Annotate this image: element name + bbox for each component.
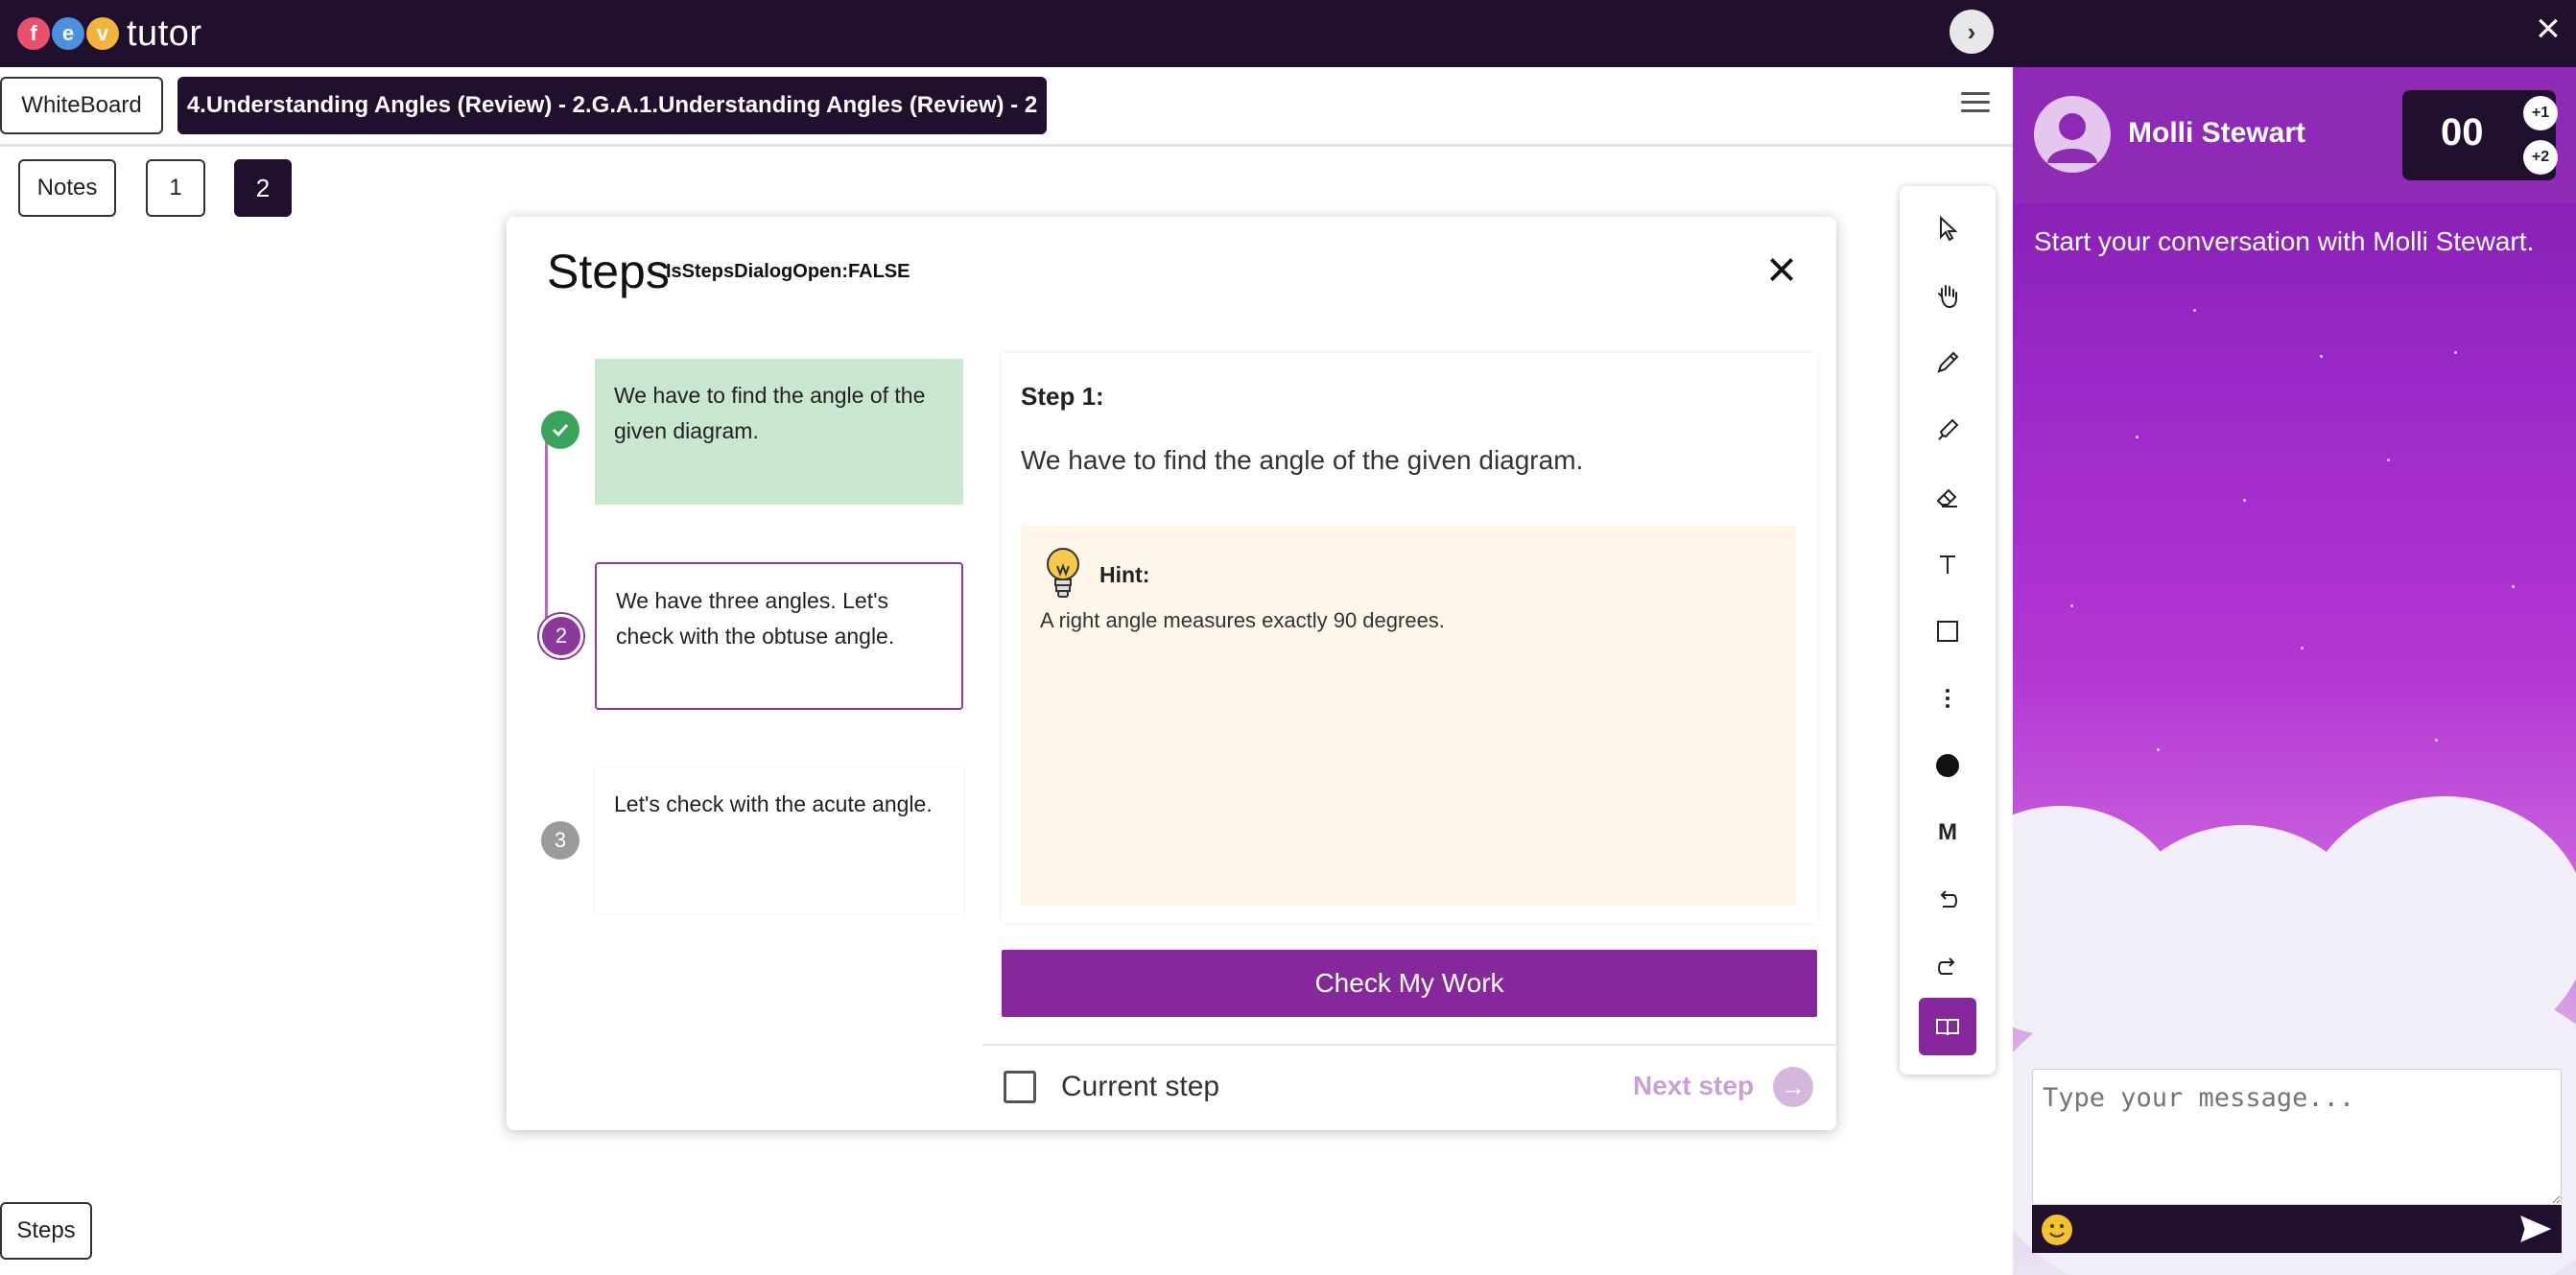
step-detail-panel: Step 1: We have to find the angle of the… — [1002, 353, 1817, 923]
check-my-work-button[interactable]: Check My Work — [1002, 950, 1817, 1017]
hint-label: Hint: — [1099, 562, 1150, 587]
chat-intro-text: Start your conversation with Molli Stewa… — [2034, 226, 2535, 256]
step-timeline-line — [545, 430, 548, 622]
steps-button[interactable]: Steps — [0, 1202, 92, 1260]
logo-letter-e: e — [52, 17, 84, 50]
current-step-label: Current step — [1061, 1071, 1220, 1102]
detail-step-text: We have to find the angle of the given d… — [1021, 445, 1584, 475]
avatar — [2034, 96, 2111, 173]
color-dot-icon[interactable] — [1919, 737, 1976, 794]
redo-icon[interactable] — [1919, 938, 1976, 996]
next-step-arrow-icon[interactable]: → — [1773, 1067, 1813, 1107]
lesson-tab[interactable]: 4.Understanding Angles (Review) - 2.G.A.… — [177, 77, 1047, 134]
step-2-number: 2 — [539, 614, 583, 658]
header-divider — [0, 144, 2013, 147]
undo-icon[interactable] — [1919, 871, 1976, 929]
size-icon[interactable]: M — [1919, 804, 1976, 862]
step-1-card[interactable]: We have to find the angle of the given d… — [595, 359, 963, 505]
hamburger-menu-icon[interactable] — [1961, 92, 1990, 115]
dialog-title: Steps — [547, 245, 670, 298]
logo-text: tutor — [127, 12, 202, 54]
close-session-icon[interactable]: × — [2527, 8, 2569, 50]
drawing-toolbar: M — [1900, 186, 1996, 1074]
send-icon[interactable] — [2519, 1215, 2552, 1243]
dialog-footer-divider — [982, 1044, 1836, 1046]
point-counter: 00 +1 +2 — [2402, 90, 2558, 180]
hint-box: Hint: A right angle measures exactly 90 … — [1021, 526, 1796, 906]
app-logo: f e v tutor — [17, 12, 202, 56]
highlighter-icon[interactable] — [1919, 401, 1976, 459]
steps-dialog: Steps IsStepsDialogOpen:FALSE × We have … — [507, 217, 1836, 1130]
next-step-button[interactable]: Next step — [1633, 1071, 1754, 1101]
whiteboard-tab[interactable]: WhiteBoard — [0, 77, 163, 134]
step-1-check-icon — [541, 411, 579, 449]
counter-value: 00 — [2441, 111, 2484, 153]
logo-letter-v: v — [86, 17, 119, 50]
pointer-icon[interactable] — [1919, 200, 1976, 257]
message-input[interactable] — [2032, 1069, 2562, 1205]
student-name: Molli Stewart — [2128, 117, 2306, 149]
hint-text: A right angle measures exactly 90 degree… — [1040, 608, 1445, 632]
logo-letter-f: f — [17, 17, 50, 50]
pencil-icon[interactable] — [1919, 334, 1976, 391]
page-1-button[interactable]: 1 — [146, 159, 205, 217]
more-icon[interactable] — [1919, 670, 1976, 727]
emoji-icon[interactable] — [2042, 1215, 2072, 1245]
dialog-debug-label: IsStepsDialogOpen:FALSE — [666, 261, 910, 282]
rectangle-icon[interactable] — [1919, 602, 1976, 660]
collapse-panel-button[interactable]: › — [1950, 10, 1994, 54]
text-icon[interactable] — [1919, 535, 1976, 593]
eraser-icon[interactable] — [1919, 468, 1976, 526]
step-3-number: 3 — [541, 821, 579, 860]
page-2-button[interactable]: 2 — [234, 159, 292, 217]
hand-icon[interactable] — [1919, 267, 1976, 324]
chat-panel: Molli Stewart 00 +1 +2 Start your conver… — [2013, 67, 2576, 1275]
notes-page-button[interactable]: Notes — [18, 159, 116, 217]
plus-one-button[interactable]: +1 — [2523, 96, 2558, 130]
top-bar: f e v tutor › × — [0, 0, 2576, 67]
book-icon[interactable] — [1919, 998, 1976, 1055]
message-toolbar — [2032, 1205, 2562, 1253]
dialog-close-icon[interactable]: × — [1758, 244, 1806, 295]
plus-two-button[interactable]: +2 — [2523, 140, 2558, 175]
chat-header: Molli Stewart 00 +1 +2 — [2013, 67, 2576, 203]
step-3-card[interactable]: Let's check with the acute angle. — [595, 767, 963, 913]
step-2-card[interactable]: We have three angles. Let's check with t… — [595, 562, 963, 710]
lightbulb-icon — [1047, 548, 1079, 598]
detail-step-label: Step 1: — [1021, 382, 1104, 411]
current-step-checkbox[interactable] — [1004, 1071, 1036, 1103]
